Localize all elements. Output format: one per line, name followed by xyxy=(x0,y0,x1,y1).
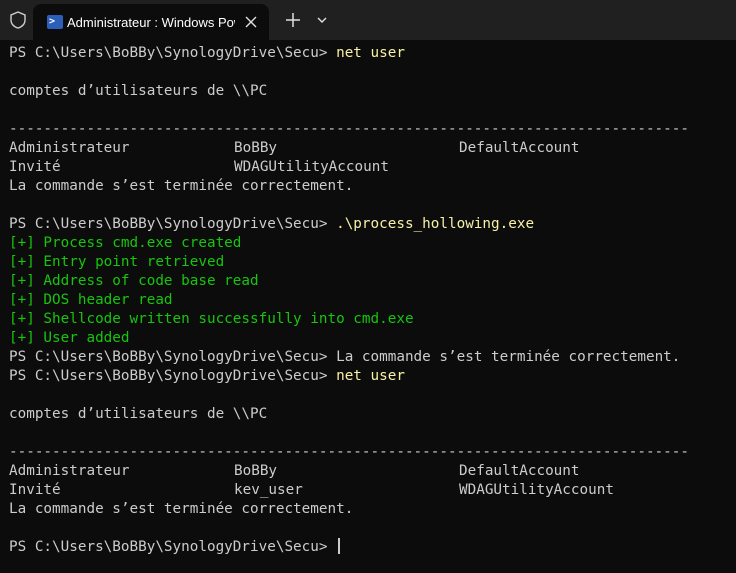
text-cursor xyxy=(338,538,341,554)
separator: ----------------------------------------… xyxy=(9,121,689,137)
title-bar: > Administrateur : Windows PowerShell xyxy=(0,0,736,40)
command-text: net user xyxy=(336,45,405,61)
output-line: La commande s’est terminée correctement. xyxy=(9,501,354,517)
shield-icon xyxy=(10,11,26,29)
prompt-line: PS C:\Users\BoBBy\SynologyDrive\Secu> La… xyxy=(9,349,681,365)
output-line: [+] Process cmd.exe created xyxy=(9,235,242,251)
tab-powershell[interactable]: > Administrateur : Windows PowerShell xyxy=(33,4,269,40)
output-line: [+] DOS header read xyxy=(9,292,173,308)
user-row: Administrateur BoBBy DefaultAccount xyxy=(9,140,580,156)
tab-title: Administrateur : Windows PowerShell xyxy=(67,15,235,30)
plus-icon[interactable] xyxy=(282,9,304,31)
powershell-icon: > xyxy=(47,15,63,29)
separator: ----------------------------------------… xyxy=(9,444,689,460)
command-text: .\process_hollowing.exe xyxy=(336,216,535,232)
user-row: Invité WDAGUtilityAccount xyxy=(9,159,389,175)
output-line: [+] Shellcode written successfully into … xyxy=(9,311,414,327)
user-row: Administrateur BoBBy DefaultAccount xyxy=(9,463,580,479)
terminal-output[interactable]: PS C:\Users\BoBBy\SynologyDrive\Secu> ne… xyxy=(9,44,729,564)
command-text: net user xyxy=(336,368,405,384)
output-line: comptes d’utilisateurs de \\PC xyxy=(9,406,268,422)
close-icon[interactable] xyxy=(241,12,261,32)
prompt-line: PS C:\Users\BoBBy\SynologyDrive\Secu> .\… xyxy=(9,216,535,232)
user-row: Invité kev_user WDAGUtilityAccount xyxy=(9,482,614,498)
output-line: comptes d’utilisateurs de \\PC xyxy=(9,83,268,99)
output-line: La commande s’est terminée correctement. xyxy=(9,178,354,194)
output-line: [+] Entry point retrieved xyxy=(9,254,225,270)
prompt-line: PS C:\Users\BoBBy\SynologyDrive\Secu> ne… xyxy=(9,45,405,61)
output-line: [+] Address of code base read xyxy=(9,273,259,289)
output-line: [+] User added xyxy=(9,330,130,346)
prompt-line: PS C:\Users\BoBBy\SynologyDrive\Secu> ne… xyxy=(9,368,405,384)
prompt-line[interactable]: PS C:\Users\BoBBy\SynologyDrive\Secu> xyxy=(9,538,729,557)
chevron-down-icon[interactable] xyxy=(313,11,331,29)
